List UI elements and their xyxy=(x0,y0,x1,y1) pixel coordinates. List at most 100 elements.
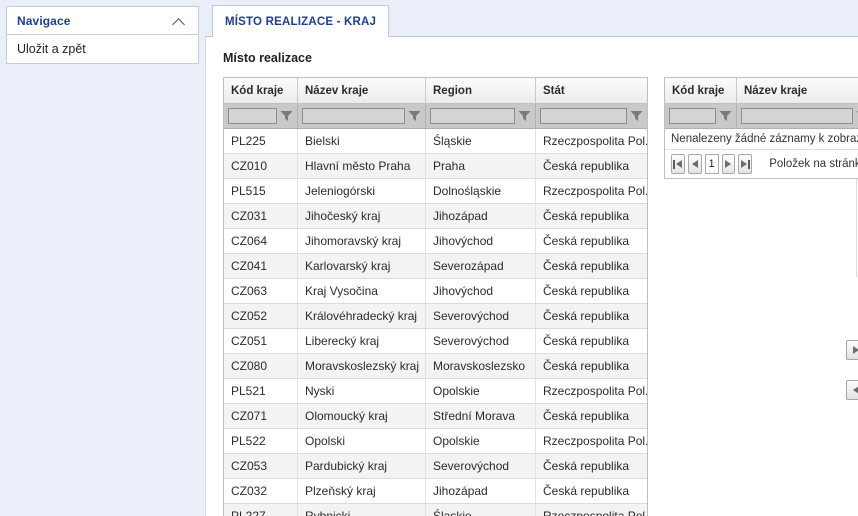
table-cell: Jihozápad xyxy=(426,204,536,228)
available-table-filter-input-2[interactable] xyxy=(302,108,405,124)
selected-table-filter-input-2[interactable] xyxy=(741,108,853,124)
table-cell: Opolski xyxy=(298,429,426,453)
funnel-icon[interactable] xyxy=(280,108,293,124)
funnel-icon[interactable] xyxy=(719,108,732,124)
table-cell: Śląskie xyxy=(426,129,536,153)
table-cell: Nyski xyxy=(298,379,426,403)
table-cell: Rzeczpospolita Pol... xyxy=(543,509,647,516)
column-header-label: Kód kraje xyxy=(672,84,725,97)
table-row[interactable]: CZ064 Jihomoravský kraj Jihovýchod Česká re… xyxy=(224,229,647,254)
table-cell: Královéhradecký kraj xyxy=(298,304,426,328)
table-row[interactable]: CZ032 Plzeňský kraj Jihozápad Česká republi… xyxy=(224,479,647,504)
prev-page-icon[interactable] xyxy=(687,154,702,174)
table-cell: Severovýchod xyxy=(426,454,536,478)
table-cell: Severovýchod xyxy=(426,304,536,328)
table-cell: CZ071 xyxy=(224,404,298,428)
table-cell: PL515 xyxy=(224,179,298,203)
table-row[interactable]: CZ080 Moravskoslezský kraj Moravskoslezsko… xyxy=(224,354,647,379)
next-page-icon[interactable] xyxy=(721,154,736,174)
table-row[interactable]: CZ031 Jihočeský kraj Jihozápad Česká republ… xyxy=(224,204,647,229)
table-cell: Česká republika xyxy=(543,234,630,248)
table-row[interactable]: PL521 Nyski Opolskie Rzeczpospolita Pol... xyxy=(224,379,647,404)
table-cell: CZ041 xyxy=(224,254,298,278)
table-cell: Dolnośląskie xyxy=(426,179,536,203)
first-page-icon[interactable] xyxy=(671,154,685,174)
selected-regions-table: Kód kraje Název kraje Nenalezeny žádné zá… xyxy=(664,77,858,179)
add-selected-button[interactable] xyxy=(846,340,858,360)
column-header-label: Kód kraje xyxy=(231,84,284,97)
table-row[interactable]: CZ071 Olomoucký kraj Střední Morava Česká r… xyxy=(224,404,647,429)
arrow-right-icon xyxy=(853,346,858,354)
chevron-up-icon[interactable] xyxy=(172,16,188,26)
tab-label: MÍSTO REALIZACE - KRAJ xyxy=(225,15,377,28)
content-area: Místo realizace Kód kraje Název kraje Regi… xyxy=(205,37,858,516)
table-cell: CZ052 xyxy=(224,304,298,328)
available-table-filter-row xyxy=(224,104,647,129)
table-cell: PL522 xyxy=(224,429,298,453)
available-table-column-header-3[interactable]: Region xyxy=(426,78,536,103)
table-cell: Česká republika xyxy=(543,284,630,298)
funnel-icon[interactable] xyxy=(518,108,531,124)
selected-table-filter-input-1[interactable] xyxy=(669,108,716,124)
available-table-filter-input-3[interactable] xyxy=(430,108,515,124)
table-cell: Opolskie xyxy=(426,379,536,403)
table-cell: Rzeczpospolita Pol... xyxy=(543,434,647,448)
funnel-icon[interactable] xyxy=(408,108,421,124)
selected-table-column-header-1[interactable]: Kód kraje xyxy=(665,78,737,103)
table-cell: Plzeňský kraj xyxy=(298,479,426,503)
tab-misto-realizace-kraj[interactable]: MÍSTO REALIZACE - KRAJ xyxy=(212,5,390,37)
table-cell: Moravskoslezsko xyxy=(426,354,536,378)
table-cell: CZ080 xyxy=(224,354,298,378)
table-cell: Rzeczpospolita Pol... xyxy=(543,134,647,148)
table-cell: Pardubický kraj xyxy=(298,454,426,478)
table-row[interactable]: CZ053 Pardubický kraj Severovýchod Česká re… xyxy=(224,454,647,479)
table-row[interactable]: PL225 Bielski Śląskie Rzeczpospolita Pol... xyxy=(224,129,647,154)
selected-table-filter-cell-1 xyxy=(665,104,737,128)
pagination-bar: 1 Položek na stránku xyxy=(665,150,858,178)
table-row[interactable]: CZ051 Liberecký kraj Severovýchod Česká rep… xyxy=(224,329,647,354)
sidebar-item-ulozit-a-zpet[interactable]: Uložit a zpět xyxy=(7,35,198,63)
table-cell: Česká republika xyxy=(543,459,630,473)
table-cell: CZ064 xyxy=(224,229,298,253)
column-header-label: Název kraje xyxy=(305,84,369,97)
available-table-filter-cell-3 xyxy=(426,104,536,128)
table-cell: Česká republika xyxy=(543,159,630,173)
available-regions-table: Kód kraje Název kraje Region Stát PL225 Biel… xyxy=(223,77,648,516)
table-row[interactable]: CZ010 Hlavní město Praha Praha Česká republ… xyxy=(224,154,647,179)
table-cell: PL521 xyxy=(224,379,298,403)
available-table-header-row: Kód kraje Název kraje Region Stát xyxy=(224,78,647,104)
available-table-column-header-4[interactable]: Stát xyxy=(536,78,647,103)
available-table-filter-cell-2 xyxy=(298,104,426,128)
table-row[interactable]: PL515 Jeleniogórski Dolnośląskie Rzeczpospo… xyxy=(224,179,647,204)
navigation-panel: Navigace Uložit a zpět xyxy=(6,6,199,64)
available-table-body: PL225 Bielski Śląskie Rzeczpospolita Pol...… xyxy=(224,129,647,516)
table-cell: CZ031 xyxy=(224,204,298,228)
table-row[interactable]: PL522 Opolski Opolskie Rzeczpospolita Pol..… xyxy=(224,429,647,454)
table-cell: Rybnicki xyxy=(298,504,426,516)
table-cell: Česká republika xyxy=(543,359,630,373)
table-cell: Praha xyxy=(426,154,536,178)
selected-table-column-header-2[interactable]: Název kraje xyxy=(737,78,858,103)
table-cell: Jihovýchod xyxy=(426,229,536,253)
available-table-filter-input-1[interactable] xyxy=(228,108,277,124)
table-cell: Jeleniogórski xyxy=(298,179,426,203)
table-row[interactable]: CZ041 Karlovarský kraj Severozápad Česká re… xyxy=(224,254,647,279)
table-cell: Hlavní město Praha xyxy=(298,154,426,178)
navigation-panel-header[interactable]: Navigace xyxy=(7,7,198,35)
available-table-column-header-1[interactable]: Kód kraje xyxy=(224,78,298,103)
table-row[interactable]: CZ052 Královéhradecký kraj Severovýchod Čes… xyxy=(224,304,647,329)
table-cell: Olomoucký kraj xyxy=(298,404,426,428)
current-page-number[interactable]: 1 xyxy=(704,154,719,174)
table-row[interactable]: PL227 Rybnicki Śląskie Rzeczpospolita Pol..… xyxy=(224,504,647,516)
table-cell: Opolskie xyxy=(426,429,536,453)
funnel-icon[interactable] xyxy=(630,108,643,124)
available-table-filter-input-4[interactable] xyxy=(540,108,627,124)
table-cell: PL225 xyxy=(224,129,298,153)
table-row[interactable]: CZ063 Kraj Vysočina Jihovýchod Česká republ… xyxy=(224,279,647,304)
available-table-column-header-2[interactable]: Název kraje xyxy=(298,78,426,103)
page-title: Místo realizace xyxy=(223,51,312,65)
table-cell: Střední Morava xyxy=(426,404,536,428)
available-table-filter-cell-4 xyxy=(536,104,647,128)
last-page-icon[interactable] xyxy=(738,154,753,174)
remove-selected-button[interactable] xyxy=(846,380,858,400)
